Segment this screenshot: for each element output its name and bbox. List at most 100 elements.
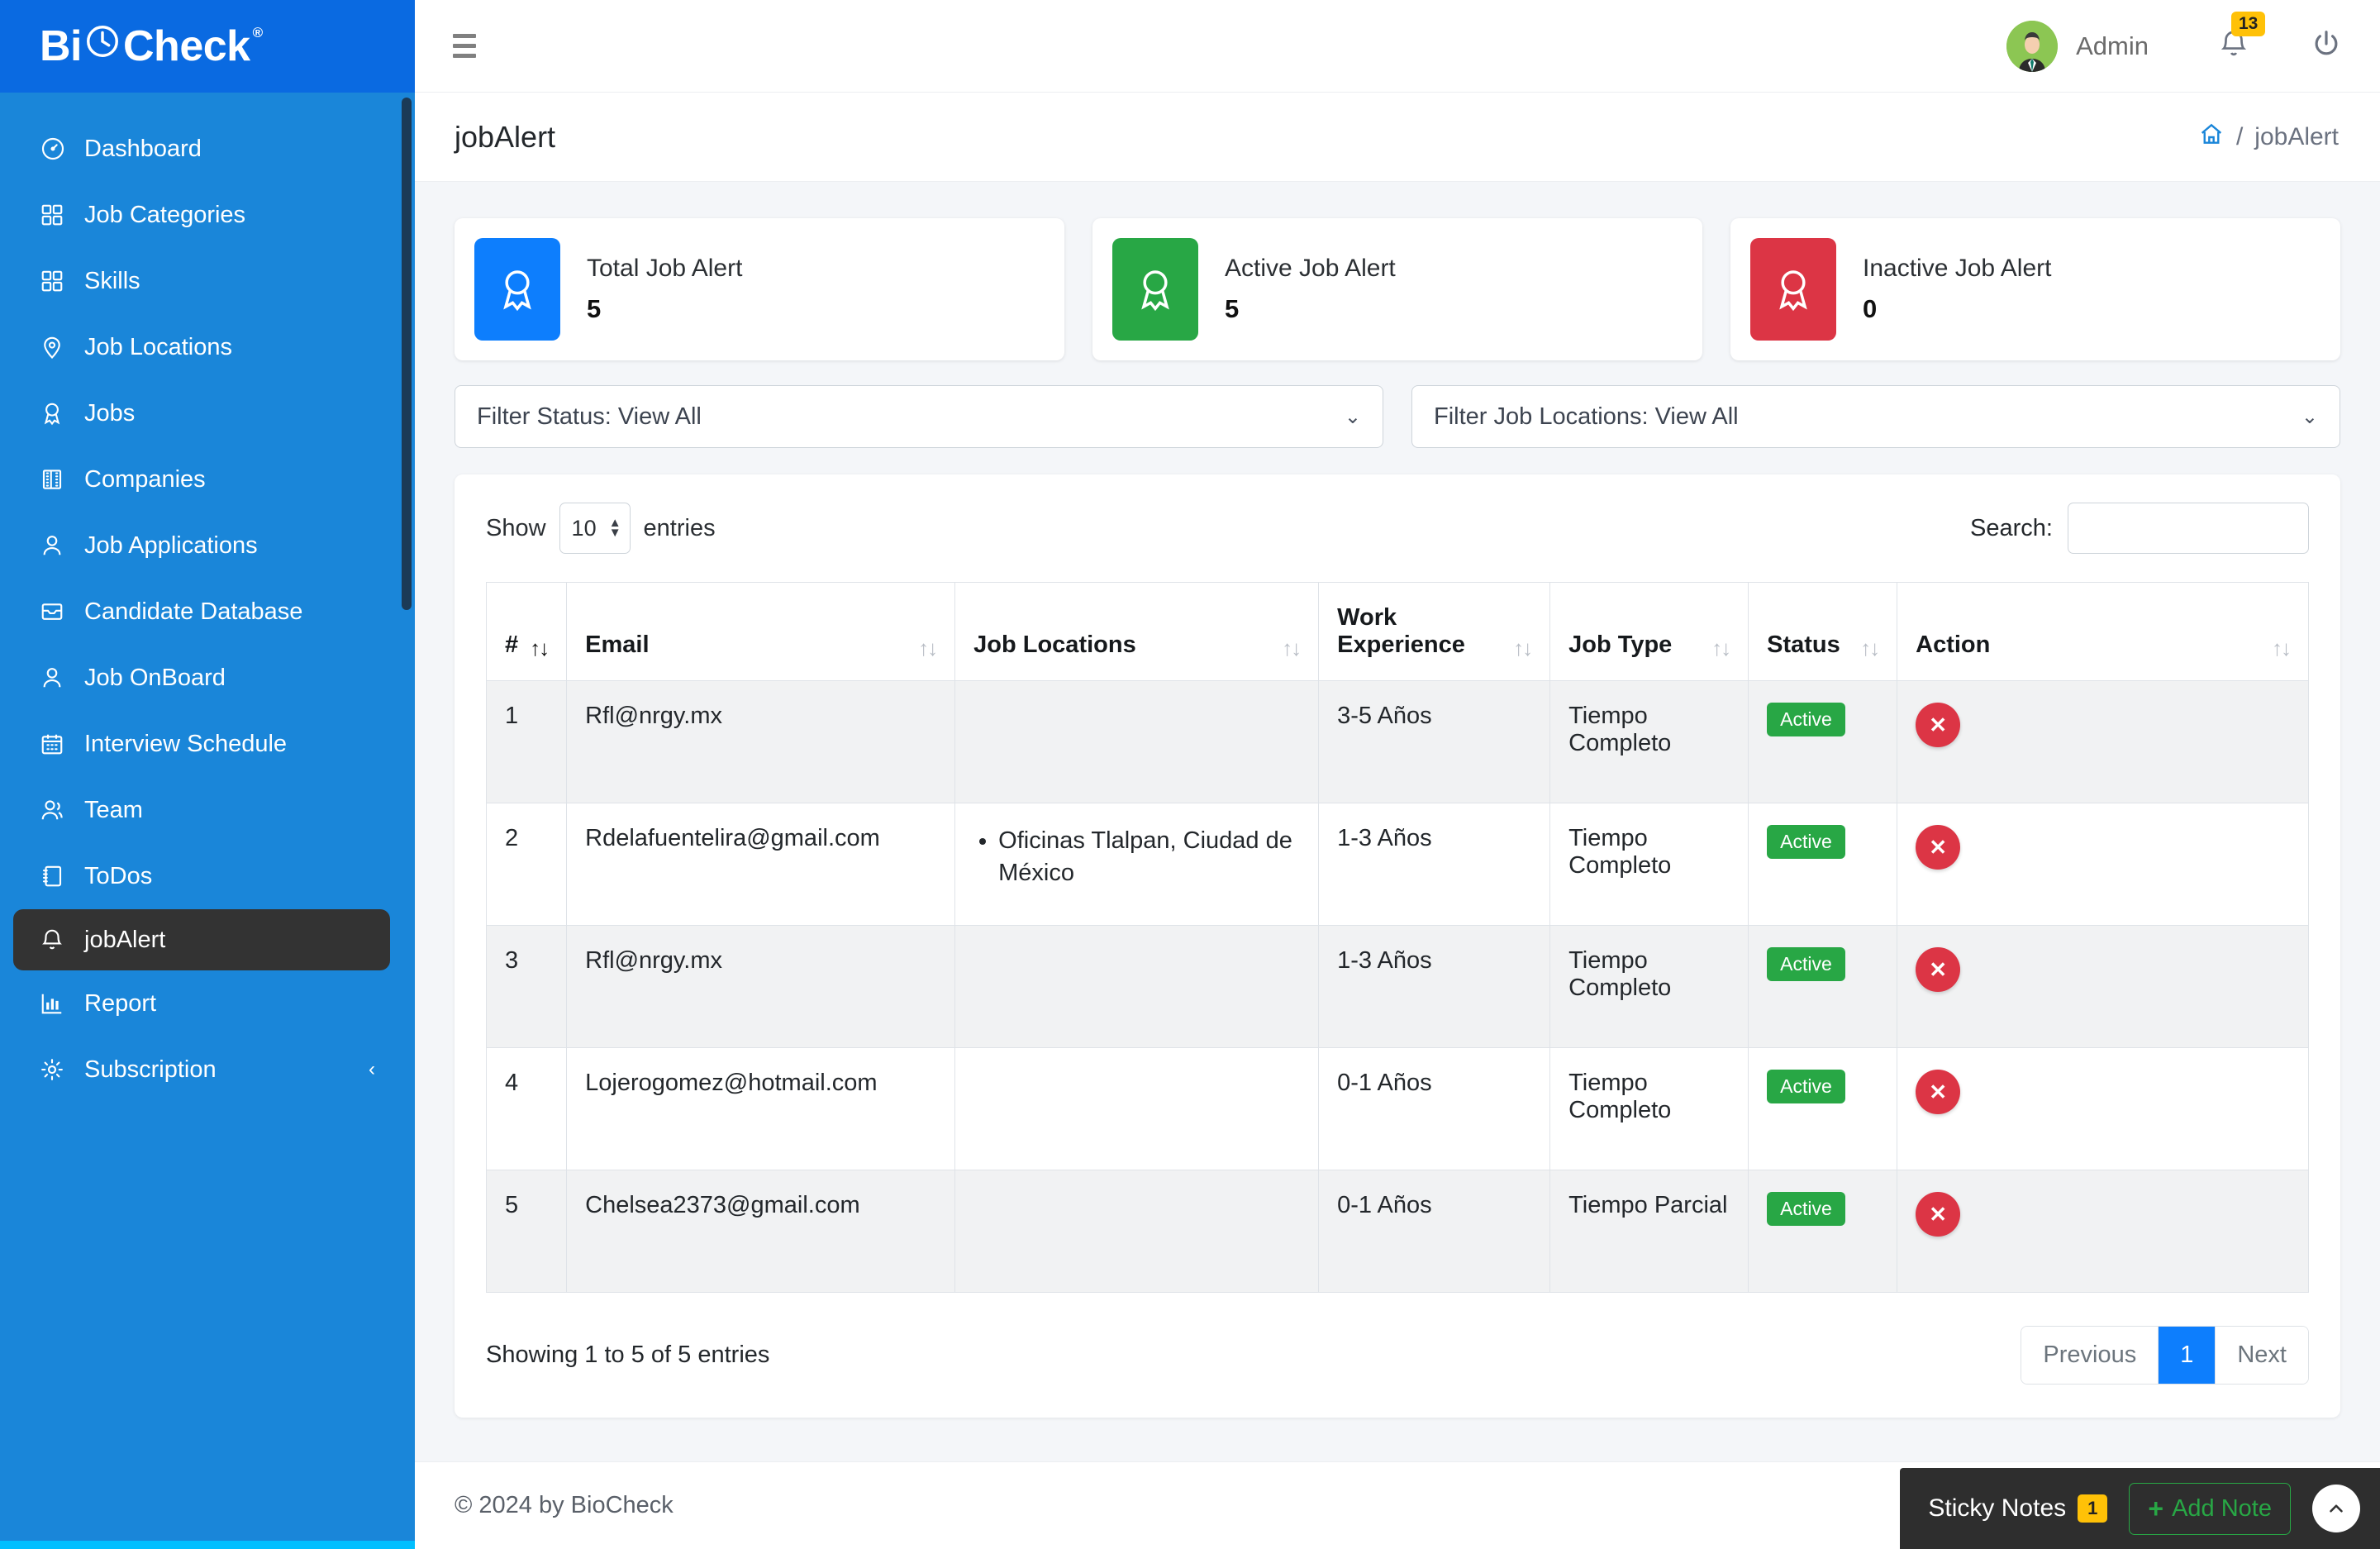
search-input[interactable]	[2068, 503, 2309, 554]
sidebar-item-candidate-database[interactable]: Candidate Database	[0, 579, 415, 645]
sidebar-item-label: Job OnBoard	[84, 664, 226, 691]
power-icon[interactable]	[2306, 23, 2347, 69]
cell-locations	[954, 1047, 1320, 1170]
stat-card-inactive: Inactive Job Alert 0	[1730, 218, 2340, 360]
award-icon	[1750, 238, 1836, 341]
pagination: Previous 1 Next	[2021, 1326, 2309, 1385]
stat-card-total: Total Job Alert 5	[455, 218, 1064, 360]
table-head: # ↑↓ Email ↑↓ Job Locations ↑↓ Work Expe…	[485, 582, 2309, 681]
delete-button[interactable]: ✕	[1916, 1192, 1961, 1237]
page-title: jobAlert	[455, 119, 556, 154]
award-icon	[1112, 238, 1198, 341]
home-icon[interactable]	[2198, 121, 2225, 154]
column-header-job-locations[interactable]: Job Locations ↑↓	[954, 582, 1320, 681]
avatar[interactable]	[2006, 20, 2059, 72]
sidebar-item-jobs[interactable]: Jobs	[0, 380, 415, 446]
speedometer-icon	[40, 136, 76, 162]
grid-icon	[40, 269, 76, 293]
cell-num: 2	[485, 803, 568, 926]
sidebar-item-job-locations[interactable]: Job Locations	[0, 314, 415, 380]
delete-button[interactable]: ✕	[1916, 947, 1961, 992]
hamburger-icon[interactable]	[446, 27, 483, 64]
footer-copyright: © 2024 by BioCheck	[455, 1492, 674, 1518]
cell-experience: 0-1 Años	[1318, 1047, 1551, 1170]
table-row: 2 Rdelafuentelira@gmail.com Oficinas Tla…	[485, 803, 2309, 926]
page-content: Total Job Alert 5 Active Job Alert 5 Ina…	[415, 182, 2380, 1461]
sidebar-item-label: Candidate Database	[84, 598, 303, 625]
delete-button[interactable]: ✕	[1916, 825, 1961, 870]
brand-logo[interactable]: Bi Check ®	[0, 0, 415, 93]
sticky-notes-label-group: Sticky Notes 1	[1928, 1494, 2108, 1523]
cell-num: 3	[485, 925, 568, 1048]
sticky-notes-bar: Sticky Notes 1 + Add Note	[1900, 1468, 2380, 1549]
pagination-previous[interactable]: Previous	[2021, 1327, 2159, 1384]
sidebar-item-label: ToDos	[84, 862, 153, 889]
sidebar-item-jobalert[interactable]: jobAlert	[13, 909, 390, 970]
breadcrumb-separator: /	[2235, 122, 2244, 150]
stat-card-label: Inactive Job Alert	[1863, 255, 2052, 282]
jobalert-table: # ↑↓ Email ↑↓ Job Locations ↑↓ Work Expe…	[485, 582, 2309, 1293]
map-pin-icon	[40, 335, 76, 360]
sidebar-item-todos[interactable]: ToDos	[0, 843, 415, 909]
sidebar-scrollbar[interactable]	[402, 98, 412, 610]
notification-badge: 13	[2231, 12, 2266, 37]
sidebar-item-report[interactable]: Report	[0, 970, 415, 1037]
sidebar-item-interview-schedule[interactable]: Interview Schedule	[0, 711, 415, 777]
sidebar-item-label: Team	[84, 796, 143, 823]
cell-action: ✕	[1897, 680, 2309, 803]
sidebar-item-job-applications[interactable]: Job Applications	[0, 512, 415, 579]
sidebar-item-dashboard[interactable]: Dashboard	[0, 116, 415, 182]
pagination-next[interactable]: Next	[2216, 1327, 2308, 1384]
sticky-notes-label: Sticky Notes	[1928, 1494, 2067, 1522]
sidebar-nav: Dashboard Job Categories Skills Job Loca…	[0, 93, 415, 1549]
status-badge: Active	[1767, 947, 1845, 981]
column-header-job-type[interactable]: Job Type ↑↓	[1549, 582, 1749, 681]
cell-job-type: Tiempo Completo	[1549, 925, 1749, 1048]
sidebar-item-team[interactable]: Team	[0, 777, 415, 843]
column-header-work-experience[interactable]: Work Experience ↑↓	[1318, 582, 1551, 681]
search-control: Search:	[1970, 503, 2309, 554]
pagination-page-1[interactable]: 1	[2159, 1327, 2216, 1384]
sidebar-item-label: Skills	[84, 267, 140, 294]
column-label: Action	[1916, 632, 1991, 658]
cell-num: 5	[485, 1170, 568, 1293]
sidebar-item-subscription[interactable]: Subscription ‹	[0, 1037, 415, 1103]
chevron-left-icon[interactable]: ‹	[369, 1058, 375, 1081]
chevron-down-icon: ⌄	[2301, 405, 2318, 428]
gear-icon	[40, 1057, 76, 1082]
delete-button[interactable]: ✕	[1916, 1070, 1961, 1114]
chevron-up-icon[interactable]	[2312, 1485, 2360, 1532]
delete-button[interactable]: ✕	[1916, 703, 1961, 747]
notification-bell-icon[interactable]: 13	[2213, 12, 2266, 69]
column-label: Status	[1767, 632, 1840, 658]
sidebar-item-label: Report	[84, 989, 157, 1017]
sort-icon: ↑↓	[1513, 636, 1533, 660]
users-icon	[40, 798, 76, 822]
column-header-action[interactable]: Action ↑↓	[1897, 582, 2309, 681]
cell-job-type: Tiempo Parcial	[1549, 1170, 1749, 1293]
filter-job-locations-select[interactable]: Filter Job Locations: View All ⌄	[1411, 385, 2340, 448]
cell-num: 1	[485, 680, 568, 803]
column-label: Job Type	[1568, 632, 1673, 658]
cell-email: Chelsea2373@gmail.com	[566, 1170, 956, 1293]
page-size-select[interactable]: 10 ▲ ▼	[559, 503, 631, 554]
column-header-num[interactable]: # ↑↓	[485, 582, 568, 681]
sort-icon: ↑↓	[1711, 636, 1731, 660]
column-header-email[interactable]: Email ↑↓	[566, 582, 956, 681]
sidebar-item-job-categories[interactable]: Job Categories	[0, 182, 415, 248]
filter-status-select[interactable]: Filter Status: View All ⌄	[455, 385, 1383, 448]
status-badge: Active	[1767, 1192, 1845, 1226]
sidebar-item-skills[interactable]: Skills	[0, 248, 415, 314]
bell-icon	[40, 927, 76, 952]
page-header: jobAlert / jobAlert	[415, 93, 2380, 182]
cell-job-type: Tiempo Completo	[1549, 680, 1749, 803]
cell-status: Active	[1748, 803, 1898, 926]
status-badge: Active	[1767, 825, 1845, 859]
cell-job-type: Tiempo Completo	[1549, 803, 1749, 926]
sidebar-item-job-onboard[interactable]: Job OnBoard	[0, 645, 415, 711]
sidebar-item-companies[interactable]: Companies	[0, 446, 415, 512]
cell-status: Active	[1748, 1170, 1898, 1293]
column-header-status[interactable]: Status ↑↓	[1748, 582, 1898, 681]
table-header-row: # ↑↓ Email ↑↓ Job Locations ↑↓ Work Expe…	[485, 582, 2309, 681]
add-note-button[interactable]: + Add Note	[2129, 1482, 2291, 1535]
